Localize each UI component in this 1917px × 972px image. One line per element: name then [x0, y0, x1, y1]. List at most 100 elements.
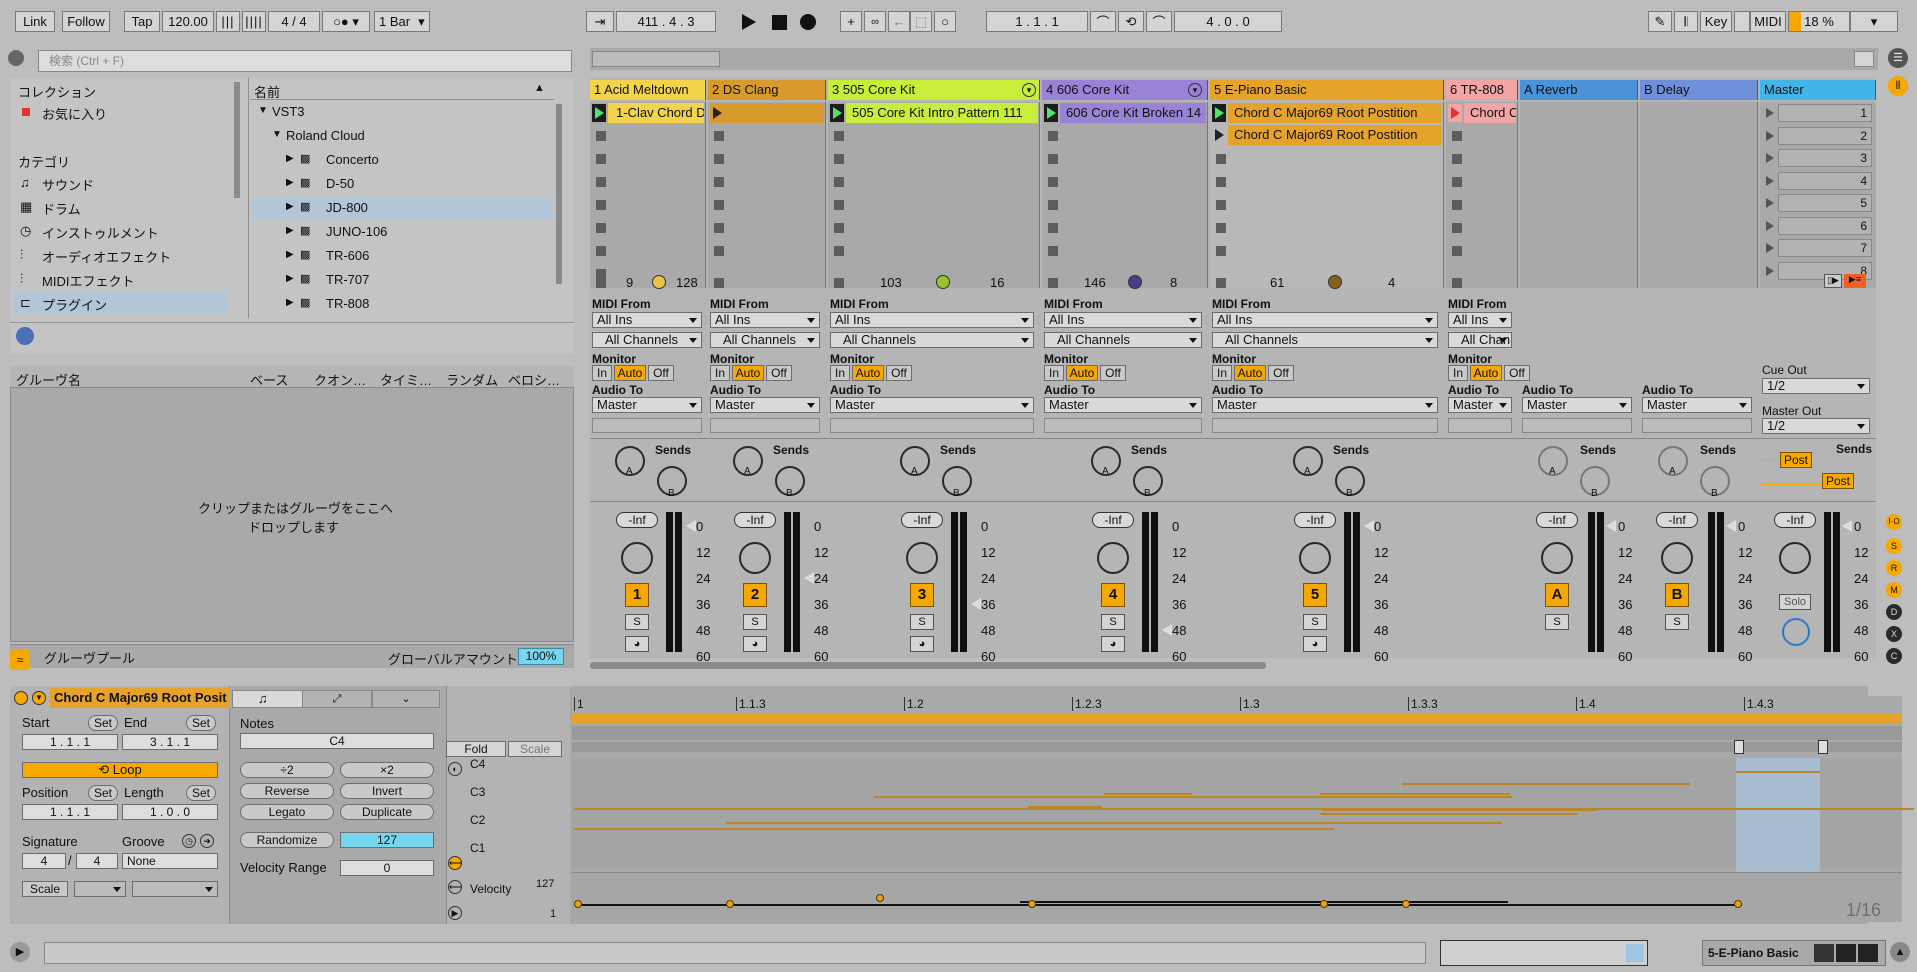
midi-note[interactable]: [1320, 813, 1578, 815]
clip-stop-icon[interactable]: [714, 154, 724, 164]
follow-arrow-icon[interactable]: ⇥: [586, 11, 614, 32]
midi-note[interactable]: [1104, 793, 1192, 795]
scene-launch-icon[interactable]: [1766, 243, 1774, 253]
clip-stop-icon[interactable]: [1048, 246, 1058, 256]
clip-stop-icon[interactable]: [1452, 278, 1462, 288]
loop-end-marker[interactable]: [1818, 740, 1828, 754]
track-3-header[interactable]: 3 505 Core Kit: [828, 80, 1040, 100]
tree-juno106[interactable]: JUNO-106: [326, 224, 387, 239]
randomize-button[interactable]: Randomize: [240, 832, 334, 848]
clip-stop-icon[interactable]: [834, 223, 844, 233]
track-activator-button[interactable]: 3: [910, 583, 934, 607]
automation-arm-icon[interactable]: ∞: [864, 11, 886, 32]
track-activator-button[interactable]: 2: [743, 583, 767, 607]
audio-to-select[interactable]: Master: [710, 397, 820, 413]
category-audio-effects[interactable]: オーディオエフェクト: [42, 247, 171, 266]
clip-stop-icon[interactable]: [1216, 200, 1226, 210]
overview-minimap[interactable]: [1440, 940, 1648, 966]
monitor-off-button[interactable]: Off: [766, 365, 792, 381]
signature-field[interactable]: 4 / 4: [268, 11, 320, 32]
monitor-in-button[interactable]: In: [1212, 365, 1232, 381]
channel-select[interactable]: All Channels: [830, 332, 1034, 348]
sub-routing-select[interactable]: [710, 418, 820, 433]
audio-to-select[interactable]: Master: [1522, 397, 1632, 413]
capture-icon[interactable]: ⬚: [910, 11, 932, 32]
volume-display[interactable]: -Inf: [1092, 512, 1134, 528]
clip-slot-6[interactable]: Chord C: [1464, 103, 1516, 123]
clip-stop-icon[interactable]: [596, 154, 606, 164]
detail-toggle-icon[interactable]: ▲: [1890, 942, 1910, 962]
velocity-marker[interactable]: [1402, 900, 1410, 908]
monitor-off-button[interactable]: Off: [1100, 365, 1126, 381]
clip-stop-icon[interactable]: [596, 177, 606, 187]
fold-icon[interactable]: ▼: [32, 691, 46, 705]
solo-button[interactable]: Solo: [1779, 594, 1811, 610]
master-out-select[interactable]: 1/2: [1762, 418, 1870, 434]
tree-tr707[interactable]: TR-707: [326, 272, 369, 287]
category-drums[interactable]: ドラム: [42, 199, 81, 218]
search-input[interactable]: 検索 (Ctrl + F): [38, 50, 572, 72]
session-view-icon[interactable]: ⦀: [1888, 76, 1908, 96]
loop-switch-icon[interactable]: ⟲: [1118, 11, 1144, 32]
category-instruments[interactable]: インストゥルメント: [42, 223, 159, 242]
loop-length-field[interactable]: 4 . 0 . 0: [1174, 11, 1282, 32]
collapse-icon[interactable]: ▶: [286, 225, 294, 236]
velocity-marker[interactable]: [1320, 900, 1328, 908]
crossfade-toggle-icon[interactable]: X: [1886, 626, 1902, 642]
clip-stop-icon[interactable]: [714, 200, 724, 210]
midi-note[interactable]: [574, 808, 1914, 810]
metronome-toggle[interactable]: ○● ▾: [322, 11, 370, 32]
volume-display[interactable]: -Inf: [1536, 512, 1578, 528]
midi-from-select[interactable]: All Ins: [1044, 312, 1202, 328]
track-activator-button[interactable]: 4: [1101, 583, 1125, 607]
clip-stop-icon[interactable]: [1048, 200, 1058, 210]
legato-button[interactable]: Legato: [240, 804, 334, 820]
volume-slider-handle[interactable]: [1842, 520, 1852, 532]
midi-note[interactable]: [1736, 771, 1820, 773]
track-5-header[interactable]: 5 E-Piano Basic: [1210, 80, 1444, 100]
monitor-off-button[interactable]: Off: [1504, 365, 1530, 381]
tree-vst3[interactable]: VST3: [272, 104, 305, 119]
cue-volume-knob[interactable]: [1782, 618, 1810, 646]
name-column-header[interactable]: [250, 78, 554, 100]
mixer-toggle-icon[interactable]: M: [1886, 582, 1902, 598]
halve-button[interactable]: ÷2: [240, 762, 334, 778]
follow-icon[interactable]: ⟵: [448, 856, 462, 870]
audio-to-select[interactable]: Master: [1642, 397, 1752, 413]
clip-stop-icon[interactable]: [596, 131, 606, 141]
clip-stop-icon[interactable]: [834, 200, 844, 210]
mixer-scrollbar[interactable]: [590, 662, 1266, 669]
collapse-icon[interactable]: ▶: [286, 201, 294, 212]
start-set-button[interactable]: Set: [88, 715, 118, 731]
sort-up-icon[interactable]: ▲: [534, 82, 545, 94]
midi-note[interactable]: [1322, 809, 1596, 811]
loop-start-field[interactable]: 1 . 1 . 1: [986, 11, 1088, 32]
channel-select[interactable]: All Channels: [710, 332, 820, 348]
sub-routing-select[interactable]: [1448, 418, 1512, 433]
scene-launch-icon[interactable]: [1766, 220, 1774, 231]
scale-name-select[interactable]: [132, 881, 218, 897]
return-activator-button[interactable]: A: [1545, 583, 1569, 607]
solo-button[interactable]: S: [625, 614, 649, 630]
audio-to-select[interactable]: Master: [592, 397, 702, 413]
return-activator-button[interactable]: B: [1665, 583, 1689, 607]
collapse-icon[interactable]: ⟵: [448, 880, 462, 894]
scale-root-select[interactable]: [74, 881, 126, 897]
nudge-up-icon[interactable]: ||||: [242, 11, 266, 32]
play-icon[interactable]: [742, 14, 756, 30]
tree-row-selected[interactable]: [252, 198, 554, 220]
length-set-button[interactable]: Set: [186, 785, 216, 801]
preview-icon[interactable]: ◐: [448, 762, 462, 776]
clip-slot-3[interactable]: 505 Core Kit Intro Pattern 111: [846, 103, 1038, 123]
scene-slot[interactable]: 5: [1778, 194, 1872, 212]
post-button-b[interactable]: Post: [1822, 473, 1854, 489]
end-field[interactable]: 3 . 1 . 1: [122, 734, 218, 750]
solo-button[interactable]: S: [1101, 614, 1125, 630]
clip-slot-5a[interactable]: Chord C Major69 Root Postition: [1228, 103, 1442, 123]
clip-stop-icon[interactable]: [1452, 246, 1462, 256]
marker-lane[interactable]: [572, 726, 1902, 740]
track-6-header[interactable]: 6 TR-808: [1446, 80, 1518, 100]
overview-end[interactable]: [1854, 51, 1874, 67]
groove-select[interactable]: None: [122, 853, 218, 869]
volume-slider-handle[interactable]: [804, 572, 814, 584]
